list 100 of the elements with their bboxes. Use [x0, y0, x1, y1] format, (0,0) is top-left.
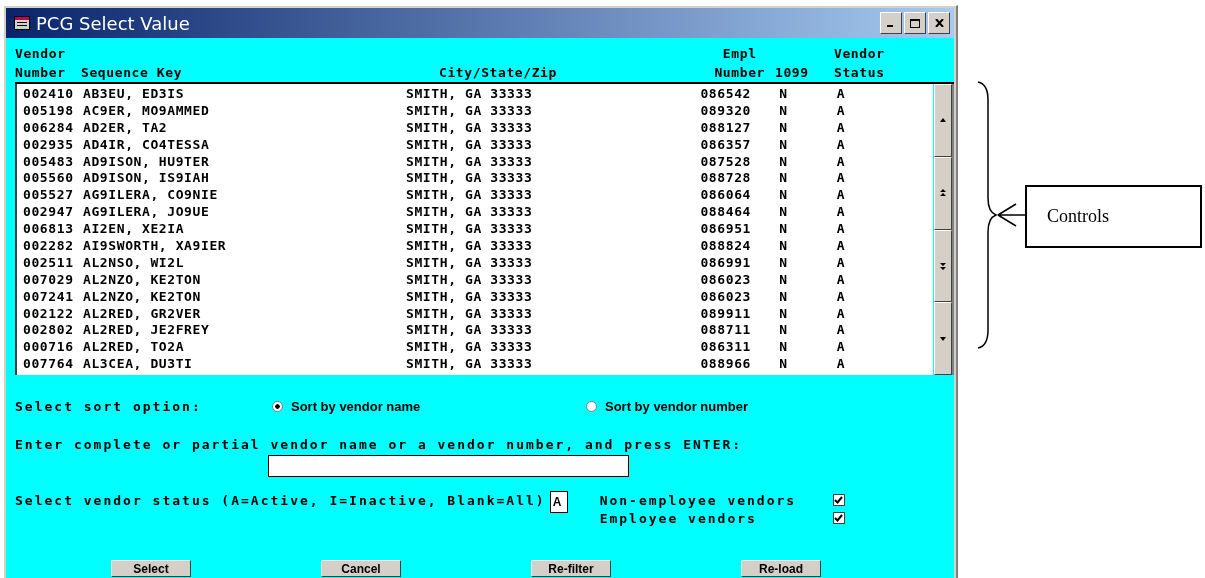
column-header: Sequence Key [81, 64, 184, 82]
window-title: PCG Select Value [36, 12, 190, 34]
scroll-up-button[interactable] [934, 84, 952, 157]
table-cell-text: AL2RED, TO2A [83, 339, 186, 357]
table-cell-text: A [835, 254, 847, 272]
table-cell-text: 086023 [699, 271, 751, 289]
search-field[interactable] [268, 455, 629, 477]
table-cell-text: A [835, 86, 847, 103]
table-cell-text: N [778, 288, 789, 306]
page-down-button[interactable] [934, 229, 952, 303]
table-cell-text: AD9ISON, HU9TER [83, 153, 211, 171]
double-down-arrow-icon [940, 261, 946, 270]
table-cell-text: 086311 [699, 339, 751, 357]
table-cell-text: N [778, 305, 789, 323]
table-cell-text: SMITH, GA 33333 [406, 153, 534, 171]
table-cell-text: SMITH, GA 33333 [406, 238, 534, 255]
maximize-icon [910, 18, 920, 28]
table-cell-text: N [778, 322, 789, 340]
table-cell-text: A [835, 170, 847, 188]
table-cell-text: N [778, 254, 789, 272]
table-cell-text: N [778, 221, 789, 239]
table-cell-text: 002511 [23, 254, 75, 272]
table-cell-text: SMITH, GA 33333 [406, 119, 534, 137]
table-cell-text: 000716 [23, 339, 75, 357]
table-cell-text: 005527 [23, 187, 75, 205]
table-cell-text: AD4IR, CO4TESSA [83, 136, 211, 154]
table-cell-text: 005560 [23, 170, 75, 188]
sort-radio-option[interactable]: Sort by vendor name [272, 398, 586, 414]
table-cell-text: 086357 [699, 136, 751, 154]
table-cell-text: AG9ILERA, CO9NIE [83, 187, 219, 205]
table-cell-text: 088824 [699, 238, 751, 255]
table-cell-text: SMITH, GA 33333 [406, 204, 534, 222]
table-cell-text: N [778, 102, 789, 120]
maximize-button[interactable] [904, 12, 926, 34]
table-cell-text: 088728 [699, 170, 751, 188]
action-button[interactable]: Cancel [321, 560, 401, 577]
table-cell-text: SMITH, GA 33333 [406, 221, 534, 239]
table-cell-text: 086023 [699, 288, 751, 306]
table-cell-text: SMITH, GA 33333 [406, 136, 534, 154]
table-cell-text: A [835, 136, 847, 154]
table-cell-text: N [778, 119, 789, 137]
window-icon [14, 16, 30, 30]
table-cell-text: 086542 [699, 86, 751, 103]
table-cell-text: 088711 [699, 322, 751, 340]
sort-radio-option[interactable]: Sort by vendor number [586, 398, 749, 414]
table-cell-text: 002935 [23, 136, 75, 154]
radio-button[interactable] [586, 400, 597, 412]
radio-button[interactable] [272, 400, 283, 412]
close-icon [934, 19, 944, 27]
table-cell-text: AL2RED, JE2FREY [83, 322, 211, 340]
table-cell-text: N [778, 170, 789, 188]
table-cell-text: AD2ER, TA2 [83, 119, 169, 137]
table-cell-text: AL3CEA, DU3TI [83, 356, 194, 374]
scroll-down-button[interactable] [934, 302, 952, 375]
table-cell-text: AI2EN, XE2IA [83, 221, 186, 239]
table-cell-text: 089911 [699, 305, 751, 323]
checkbox[interactable] [832, 494, 845, 506]
table-cell-text: AL2NSO, WI2L [83, 254, 186, 272]
down-arrow-icon [940, 336, 946, 341]
table-cell-text: A [835, 204, 847, 222]
table-cell-text: 002410 [23, 86, 75, 103]
checkbox[interactable] [832, 512, 845, 524]
status-field[interactable]: A [549, 491, 568, 513]
action-button[interactable]: Select [111, 560, 191, 577]
table-cell-text: SMITH, GA 33333 [406, 254, 534, 272]
table-cell-text: 002802 [23, 322, 75, 340]
checkbox-label: Non-employee vendors [599, 492, 797, 508]
table-cell-text: SMITH, GA 33333 [406, 322, 534, 340]
table-cell-text: N [778, 339, 789, 357]
minimize-button[interactable] [880, 12, 902, 34]
table-cell-text: N [778, 187, 789, 205]
table-cell-text: A [835, 356, 847, 374]
table-cell-text: SMITH, GA 33333 [406, 86, 534, 103]
table-cell-text: N [778, 238, 789, 255]
table-cell-text: 088127 [699, 119, 751, 137]
page-up-button[interactable] [934, 156, 952, 230]
checkbox-label: Employee vendors [599, 510, 757, 526]
table-cell-text: 088464 [699, 204, 751, 222]
table-cell-text: A [835, 271, 847, 289]
status-filter-label: Select vendor status (A=Active, I=Inactive, Blank=All) [15, 493, 546, 508]
search-prompt: Enter complete or partial vendor name or a vendor number, and press ENTER: [14, 437, 744, 452]
table-cell-text: AL2NZO, KE2TON [83, 271, 202, 289]
table-cell-text: A [835, 102, 847, 120]
table-cell-text: 006813 [23, 221, 75, 239]
table-cell-text: 007241 [23, 288, 75, 306]
action-button[interactable]: Re-filter [531, 560, 611, 577]
double-up-arrow-icon [940, 189, 946, 198]
table-cell-text: A [835, 339, 847, 357]
action-button[interactable]: Re-load [741, 560, 821, 577]
table-cell-text: A [835, 153, 847, 171]
table-cell-text: 007029 [23, 271, 75, 289]
table-cell-text: N [778, 136, 789, 154]
sort-option-label: Select sort option: [15, 398, 203, 414]
table-cell-text: 087528 [699, 153, 751, 171]
table-cell-text: 089320 [699, 102, 751, 120]
table-cell-text: 006284 [23, 119, 75, 137]
table-cell-text: 005483 [23, 153, 75, 171]
table-cell-text: N [778, 153, 789, 171]
column-header: City/State/Zip [438, 64, 558, 82]
close-button[interactable] [928, 12, 950, 34]
